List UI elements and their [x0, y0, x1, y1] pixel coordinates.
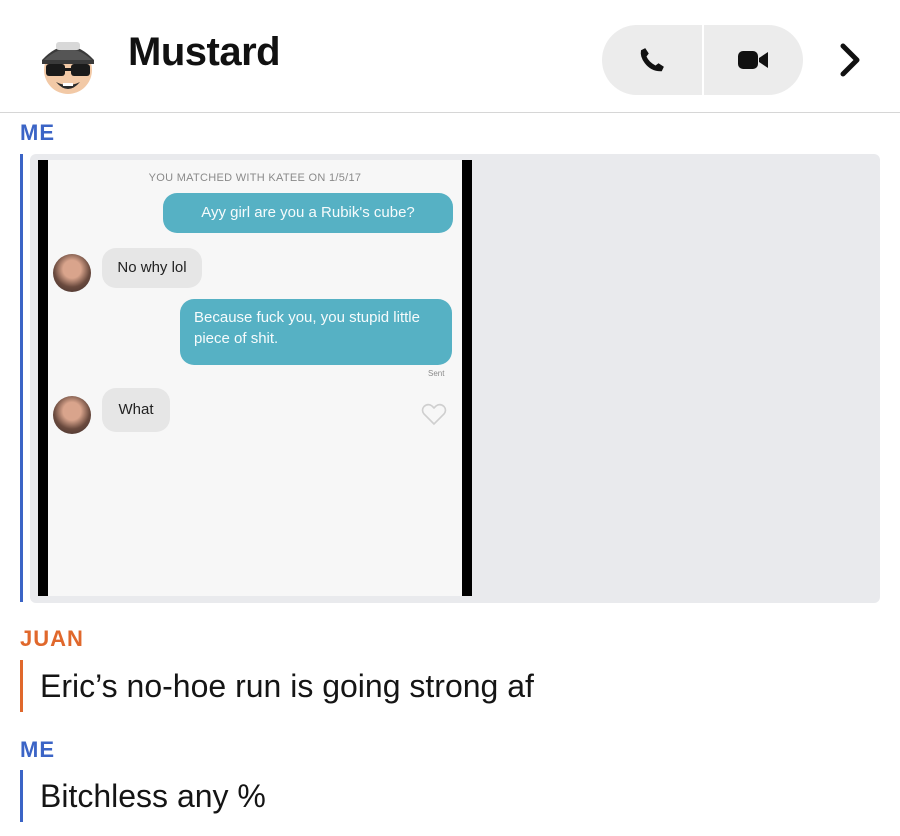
incoming-bubble: No why lol — [102, 248, 202, 288]
phone-icon — [640, 48, 664, 72]
matched-date-text: YOU MATCHED WITH KATEE ON 1/5/17 — [148, 172, 362, 184]
voice-call-button[interactable] — [602, 25, 702, 95]
sender-bar-juan — [20, 660, 23, 712]
chevron-right-icon[interactable] — [830, 38, 870, 82]
sender-label-me: ME — [20, 120, 55, 145]
chat-header: Mustard — [0, 0, 900, 113]
sent-status: Sent — [428, 369, 445, 378]
call-button-group — [602, 25, 803, 95]
outgoing-bubble: Ayy girl are you a Rubik's cube? — [163, 193, 453, 233]
message-text: Eric’s no-hoe run is going strong af — [40, 668, 534, 704]
incoming-bubble: What — [102, 388, 170, 432]
outgoing-bubble: Because fuck you, you stupid little piec… — [180, 299, 452, 365]
conversation-title: Mustard — [128, 30, 281, 74]
sender-bar-me — [20, 154, 23, 602]
bitmoji-avatar[interactable] — [30, 30, 106, 98]
heart-icon[interactable] — [420, 400, 448, 428]
tinder-screenshot: YOU MATCHED WITH KATEE ON 1/5/17 Ayy gir… — [38, 160, 472, 596]
screenshot-chat: YOU MATCHED WITH KATEE ON 1/5/17 Ayy gir… — [48, 160, 462, 596]
match-avatar — [53, 254, 91, 292]
video-camera-icon — [738, 51, 768, 69]
message-text: Bitchless any % — [40, 778, 266, 814]
sender-label-me: ME — [20, 737, 55, 762]
match-avatar — [53, 396, 91, 434]
sender-bar-me — [20, 770, 23, 822]
sender-label-juan: JUAN — [20, 626, 84, 651]
video-call-button[interactable] — [703, 25, 803, 95]
